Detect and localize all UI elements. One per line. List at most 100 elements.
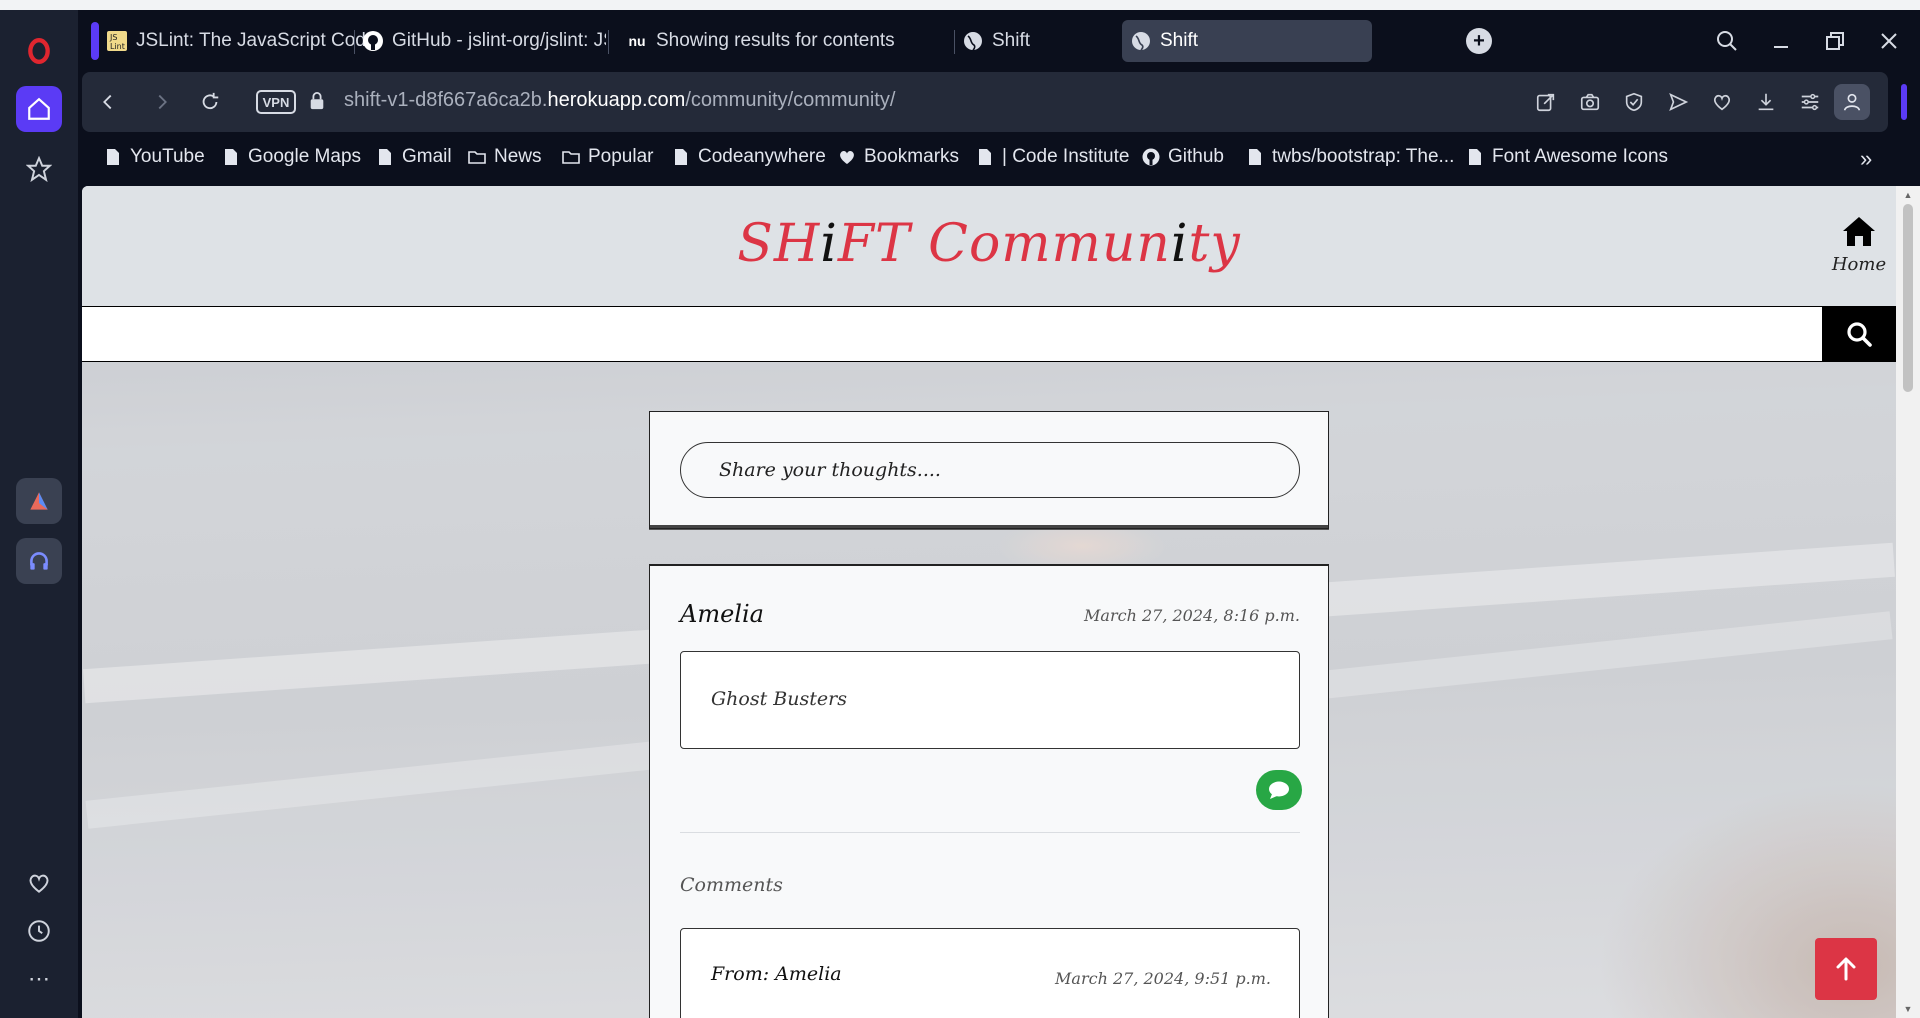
post-card: Amelia March 27, 2024, 8:16 p.m. Ghost B… [649, 564, 1329, 1018]
pinboards-icon[interactable] [16, 146, 62, 192]
tab-shift-1[interactable]: Shift [962, 20, 1122, 62]
bookmark-label: twbs/bootstrap: The... [1272, 146, 1455, 167]
page-icon [1469, 149, 1481, 165]
page-icon [107, 149, 119, 165]
search-button[interactable] [1822, 307, 1896, 361]
tab-group-indicator [91, 22, 99, 60]
title-part: FT Commun [837, 214, 1171, 274]
github-icon [1142, 148, 1160, 166]
bookmark-folder-popular[interactable]: Popular [562, 146, 654, 168]
lock-icon[interactable] [308, 91, 326, 116]
music-player-icon[interactable] [16, 538, 62, 584]
home-icon [1843, 217, 1875, 246]
page-scrollbar[interactable]: ▲ ▼ [1896, 186, 1920, 1018]
tab-nu-validator[interactable]: nu Showing results for contents [626, 20, 960, 62]
tab-separator [608, 30, 609, 54]
bookmark-google-maps[interactable]: Google Maps [222, 146, 361, 168]
bookmarks-bar: YouTube Google Maps Gmail News Popular C… [82, 136, 1888, 180]
bookmark-bootstrap[interactable]: twbs/bootstrap: The... [1246, 146, 1454, 168]
adblock-shield-icon[interactable] [1620, 88, 1648, 116]
send-icon[interactable] [1664, 88, 1692, 116]
comment-button[interactable] [1256, 770, 1302, 810]
globe-icon [1130, 30, 1152, 52]
share-thoughts-input[interactable]: Share your thoughts.... [680, 442, 1300, 498]
bookmark-label: Github [1168, 146, 1224, 167]
bookmarks-overflow-icon[interactable]: » [1860, 146, 1872, 172]
site-title[interactable]: SHiFT Community [82, 214, 1896, 274]
scroll-down-icon[interactable]: ▼ [1903, 1004, 1913, 1014]
folder-icon [468, 151, 486, 164]
profile-avatar-icon[interactable] [1834, 84, 1870, 120]
easy-setup-icon[interactable] [1796, 88, 1824, 116]
back-icon[interactable] [94, 88, 122, 116]
globe-icon [962, 30, 984, 52]
bookmark-bookmarks[interactable]: Bookmarks [838, 146, 959, 168]
tab-label: Showing results for contents [656, 30, 895, 51]
tab-github[interactable]: GitHub - jslint-org/jslint: JSLint [362, 20, 606, 62]
vpn-badge[interactable]: VPN [256, 90, 296, 114]
bookmark-github[interactable]: Github [1142, 146, 1224, 168]
bookmark-codeanywhere[interactable]: Codeanywhere [672, 146, 826, 168]
bookmark-label: | Code Institute [1002, 146, 1130, 167]
new-tab-button[interactable]: + [1466, 28, 1492, 54]
comment-icon [1269, 781, 1289, 799]
bookmark-label: YouTube [130, 146, 205, 167]
window-top-strip [0, 0, 1920, 10]
heart-icon [840, 151, 854, 164]
tab-label: GitHub - jslint-org/jslint: JSLint [392, 30, 606, 51]
more-sidebar-icon[interactable]: ⋯ [16, 956, 62, 1002]
bookmark-font-awesome[interactable]: Font Awesome Icons [1466, 146, 1668, 168]
minimize-icon[interactable] [1766, 26, 1796, 56]
back-to-top-button[interactable] [1815, 938, 1877, 1000]
search-tabs-icon[interactable] [1712, 26, 1742, 56]
tab-separator [954, 30, 955, 54]
home-label: Home [1831, 254, 1887, 275]
forward-icon[interactable] [148, 88, 176, 116]
page-icon [979, 149, 991, 165]
home-sidebar-icon[interactable] [16, 86, 62, 132]
github-icon [362, 30, 384, 52]
tab-label: Shift [992, 30, 1031, 51]
search-input[interactable] [82, 307, 1822, 361]
post-body: Ghost Busters [680, 651, 1300, 749]
tab-jslint[interactable]: JSLint JSLint: The JavaScript Code Quali… [106, 20, 374, 62]
compose-card: Share your thoughts.... [649, 411, 1329, 529]
url-host: herokuapp.com [547, 89, 686, 111]
snapshot-icon[interactable] [1576, 88, 1604, 116]
bookmark-label: Font Awesome Icons [1492, 146, 1669, 167]
comments-heading: Comments [680, 874, 783, 896]
bookmark-gmail[interactable]: Gmail [376, 146, 452, 168]
page-icon [379, 149, 391, 165]
tab-label: JSLint: The JavaScript Code Quality and … [136, 30, 374, 51]
page-icon [225, 149, 237, 165]
scrollbar-thumb[interactable] [1903, 204, 1913, 392]
bookmark-label: Codeanywhere [698, 146, 826, 167]
bookmark-label: Bookmarks [864, 146, 960, 167]
bookmark-label: Google Maps [248, 146, 362, 167]
heart-sidebar-icon[interactable] [16, 860, 62, 906]
bookmark-folder-news[interactable]: News [468, 146, 542, 168]
close-icon[interactable] [1874, 26, 1904, 56]
url-prefix: shift-v1-d8f667a6ca2b. [344, 89, 548, 111]
history-icon[interactable] [16, 908, 62, 954]
comment-author: From: Amelia [711, 963, 842, 985]
url-field[interactable]: shift-v1-d8f667a6ca2b.herokuapp.com/comm… [344, 89, 895, 112]
aria-ai-icon[interactable] [16, 478, 62, 524]
home-link[interactable]: Home [1829, 214, 1889, 275]
divider [680, 832, 1300, 833]
title-part: i [1170, 214, 1189, 274]
url-path: /community/community/ [685, 89, 896, 111]
download-icon[interactable] [1752, 88, 1780, 116]
site-header: SHiFT Community Home [82, 186, 1896, 306]
tab-shift-active[interactable]: Shift [1122, 20, 1372, 62]
restore-icon[interactable] [1820, 26, 1850, 56]
bookmark-code-institute[interactable]: | Code Institute [976, 146, 1129, 168]
browser-sidebar: ⋯ [0, 10, 78, 1018]
bookmark-youtube[interactable]: YouTube [104, 146, 205, 168]
heart-icon[interactable] [1708, 88, 1736, 116]
opera-menu-icon[interactable] [16, 28, 62, 74]
scroll-up-icon[interactable]: ▲ [1903, 190, 1913, 200]
share-icon[interactable] [1532, 88, 1560, 116]
bookmark-label: Popular [588, 146, 654, 167]
reload-icon[interactable] [196, 88, 224, 116]
